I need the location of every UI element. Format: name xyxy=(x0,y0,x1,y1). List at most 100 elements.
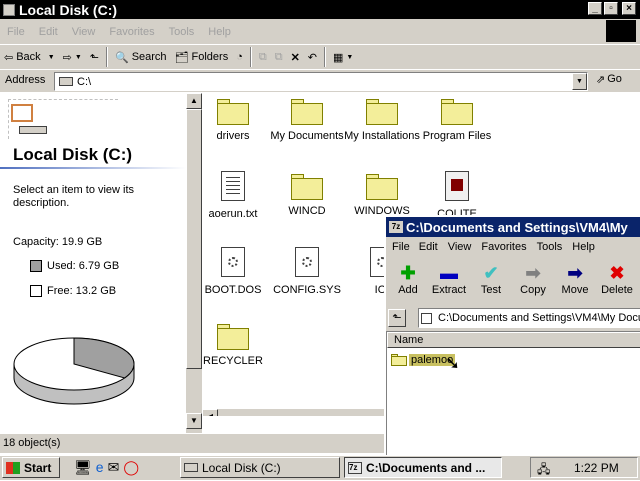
winzip-icon: 7z xyxy=(389,221,403,233)
wz-menu-view[interactable]: View xyxy=(443,241,477,253)
file-item[interactable]: aoerun.txt xyxy=(202,171,273,221)
folder-icon xyxy=(366,174,398,200)
file-item[interactable]: BOOT.DOS xyxy=(202,247,273,297)
go-arrow-icon: ⇗ xyxy=(596,74,606,86)
scroll-down-button[interactable]: ▼ xyxy=(186,413,202,429)
menu-favorites[interactable]: Favorites xyxy=(102,26,161,38)
address-dropdown-button[interactable]: ▼ xyxy=(572,73,587,90)
file-item[interactable]: RECYCLER xyxy=(202,324,273,368)
title-underline xyxy=(0,167,186,169)
folder-icon xyxy=(217,99,249,125)
system-file-icon xyxy=(221,247,245,277)
free-text: Free: 13.2 GB xyxy=(47,285,117,297)
menu-help[interactable]: Help xyxy=(201,26,238,38)
drive-graphic xyxy=(8,99,118,139)
wz-add-button[interactable]: ✚ Add xyxy=(387,262,429,296)
wz-path-input[interactable]: C:\Documents and Settings\VM4\My Docun xyxy=(418,308,640,328)
used-text: Used: 6.79 GB xyxy=(47,260,120,272)
forward-button[interactable]: ⇨ ▼ xyxy=(59,46,86,68)
go-button[interactable]: ⇗ Go xyxy=(596,73,622,86)
address-label: Address xyxy=(5,74,46,86)
folder-icon xyxy=(291,174,323,200)
wz-copy-button[interactable]: ➡ Copy xyxy=(512,262,554,296)
scroll-up-button[interactable]: ▲ xyxy=(186,93,202,109)
copy-to-button[interactable]: ⧉ xyxy=(271,46,287,68)
back-arrow-icon: ⇦ xyxy=(4,51,14,64)
app-icon xyxy=(445,171,469,201)
folder-icon xyxy=(217,324,249,350)
wz-extract-button[interactable]: ▬ Extract xyxy=(428,262,470,296)
search-icon: 🔍 xyxy=(114,51,129,64)
wz-menu-help[interactable]: Help xyxy=(567,241,600,253)
network-icon[interactable]: 🖧 xyxy=(537,460,550,481)
address-input[interactable]: C:\ ▼ xyxy=(54,72,588,91)
menu-edit[interactable]: Edit xyxy=(32,26,65,38)
taskbar-item-explorer[interactable]: Local Disk (C:) xyxy=(180,457,340,478)
file-item[interactable]: My Documents xyxy=(267,99,347,143)
history-icon: ◔ xyxy=(236,51,243,63)
drive-icon xyxy=(184,463,198,472)
windows-flag-icon xyxy=(6,461,20,474)
menu-tools[interactable]: Tools xyxy=(162,26,202,38)
file-item[interactable]: WINCD xyxy=(267,174,347,218)
opera-icon[interactable]: ◯ xyxy=(123,459,139,476)
show-desktop-icon[interactable]: 🖥 xyxy=(74,459,92,476)
capacity-text: Capacity: 19.9 GB xyxy=(13,236,103,248)
file-item[interactable]: CONFIG.SYS xyxy=(267,247,347,297)
file-item[interactable]: drivers xyxy=(202,99,273,143)
minimize-button[interactable]: _ xyxy=(588,2,602,15)
up-folder-icon: ⬑ xyxy=(89,51,99,64)
test-check-icon: ✔ xyxy=(483,263,499,283)
menu-view[interactable]: View xyxy=(65,26,103,38)
scroll-left-button[interactable]: ◀ xyxy=(202,409,218,416)
left-scrollbar[interactable]: ▲ ▼ xyxy=(186,93,202,433)
back-button[interactable]: ⇦ Back ▼ xyxy=(0,46,59,68)
start-button[interactable]: Start xyxy=(2,457,60,478)
search-button[interactable]: 🔍 Search xyxy=(111,46,171,68)
maximize-button[interactable]: ▫ xyxy=(604,2,618,15)
file-item[interactable]: Program Files xyxy=(417,99,497,143)
file-item[interactable]: WINDOWS xyxy=(342,174,422,218)
wz-menu-favorites[interactable]: Favorites xyxy=(476,241,531,253)
copy-arrow-icon: ➡ xyxy=(525,263,541,283)
wz-menu-edit[interactable]: Edit xyxy=(414,241,443,253)
up-folder-button[interactable]: ⬑ xyxy=(86,46,103,68)
folders-button[interactable]: 🗂 Folders xyxy=(171,46,233,68)
text-file-icon xyxy=(221,171,245,201)
add-plus-icon: ✚ xyxy=(400,263,416,283)
scroll-thumb[interactable] xyxy=(186,109,202,369)
dropdown-icon: ▼ xyxy=(47,53,55,61)
file-item[interactable]: COLITE xyxy=(417,171,497,221)
address-bar: Address C:\ ▼ ⇗ Go xyxy=(0,69,640,92)
window-icon xyxy=(3,3,15,16)
views-icon: ▦ xyxy=(333,51,344,64)
folder-icon xyxy=(441,99,473,125)
name-column-header[interactable]: Name xyxy=(387,332,640,348)
folder-icon xyxy=(291,99,323,125)
winzip-menu-bar: File Edit View Favorites Tools Help xyxy=(386,238,640,256)
folder-icon xyxy=(391,354,407,366)
outlook-icon[interactable]: ✉ xyxy=(108,459,120,476)
wz-menu-file[interactable]: File xyxy=(386,241,414,253)
menu-file[interactable]: File xyxy=(0,26,32,38)
file-item[interactable]: My Installations xyxy=(342,99,422,143)
wz-menu-tools[interactable]: Tools xyxy=(532,241,568,253)
undo-button[interactable]: ↶ xyxy=(304,46,321,68)
wz-up-folder-button[interactable]: ⬑ xyxy=(388,309,406,327)
drive-icon xyxy=(59,77,73,86)
wz-test-button[interactable]: ✔ Test xyxy=(470,262,512,296)
history-button[interactable]: ◔ xyxy=(232,46,247,68)
clock: 1:22 PM xyxy=(574,461,619,475)
move-to-button[interactable]: ⧉ xyxy=(255,46,271,68)
windows-logo xyxy=(606,20,636,42)
wz-move-button[interactable]: ➡ Move xyxy=(554,262,596,296)
delete-button[interactable]: ✕ xyxy=(287,46,304,68)
system-file-icon xyxy=(295,247,319,277)
ie-icon[interactable]: e xyxy=(96,459,104,476)
forward-arrow-icon: ⇨ xyxy=(62,51,72,64)
views-button[interactable]: ▦ ▼ xyxy=(329,46,357,68)
close-button[interactable]: × xyxy=(622,2,636,15)
taskbar-item-winzip[interactable]: 7z C:\Documents and ... xyxy=(344,457,502,478)
winzip-window: 7z C:\Documents and Settings\VM4\My File… xyxy=(384,215,640,457)
wz-delete-button[interactable]: ✖ Delete xyxy=(596,262,638,296)
